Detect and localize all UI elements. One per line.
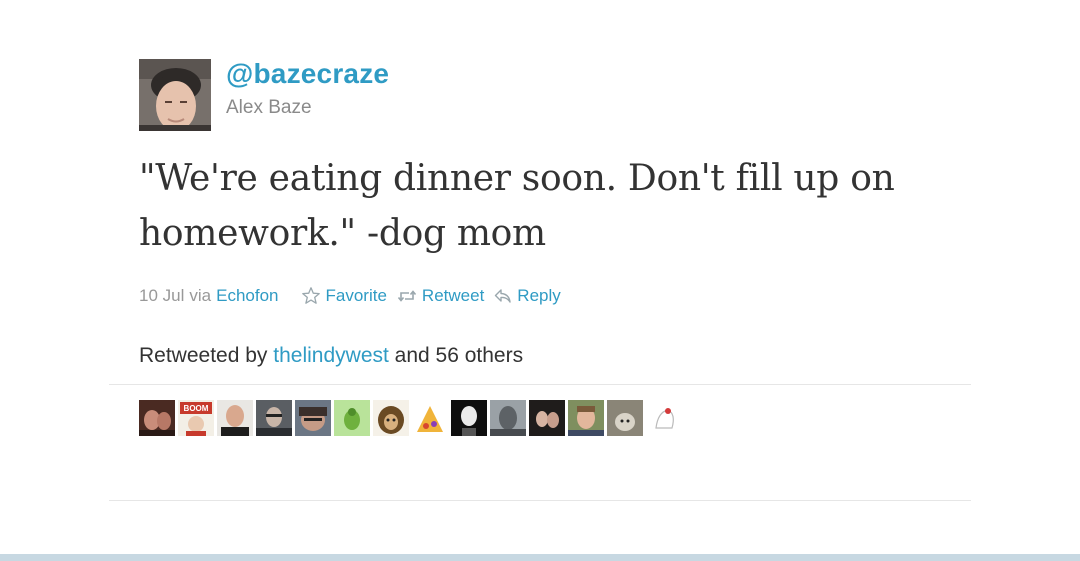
retweeter-link[interactable]: thelindywest bbox=[273, 344, 389, 367]
retweeter-avatar[interactable] bbox=[412, 400, 448, 436]
tweet-text: "We're eating dinner soon. Don't fill up… bbox=[139, 158, 895, 254]
retweeter-avatar[interactable]: BOOM bbox=[178, 400, 214, 436]
retweeter-avatar[interactable] bbox=[334, 400, 370, 436]
retweeter-avatar[interactable] bbox=[295, 400, 331, 436]
client-link[interactable]: Echofon bbox=[216, 286, 278, 306]
author-avatar[interactable] bbox=[139, 59, 211, 131]
retweeter-avatar[interactable] bbox=[607, 400, 643, 436]
retweeter-avatar[interactable] bbox=[568, 400, 604, 436]
retweeted-prefix: Retweeted by bbox=[139, 344, 268, 367]
divider-bottom bbox=[109, 500, 971, 501]
tweet-date[interactable]: 10 Jul bbox=[139, 286, 184, 306]
retweet-icon bbox=[397, 290, 417, 302]
star-icon bbox=[301, 287, 320, 304]
tweet-meta: 10 Jul via Echofon Favorite Retweet Repl… bbox=[139, 285, 561, 307]
via-label: via bbox=[189, 286, 212, 305]
retweeter-avatar[interactable] bbox=[139, 400, 175, 436]
retweeter-avatar[interactable] bbox=[646, 400, 682, 436]
retweeter-avatar[interactable] bbox=[529, 400, 565, 436]
retweeter-avatar[interactable] bbox=[451, 400, 487, 436]
author-name: Alex Baze bbox=[226, 97, 312, 118]
retweeter-avatar[interactable] bbox=[490, 400, 526, 436]
reply-button[interactable]: Reply bbox=[494, 286, 561, 306]
reply-icon bbox=[495, 289, 511, 303]
retweeter-avatar[interactable] bbox=[256, 400, 292, 436]
retweeter-avatar[interactable] bbox=[373, 400, 409, 436]
boom-badge-text: BOOM bbox=[184, 404, 209, 413]
page-bottom-bar bbox=[0, 554, 1080, 561]
author-handle[interactable]: @bazecraze bbox=[226, 58, 389, 90]
retweet-button[interactable]: Retweet bbox=[397, 286, 484, 306]
retweet-label: Retweet bbox=[421, 286, 485, 305]
retweeted-by: Retweeted by thelindywest and 56 others bbox=[139, 344, 523, 368]
retweeted-suffix: and 56 others bbox=[394, 344, 524, 367]
reply-label: Reply bbox=[517, 286, 561, 305]
retweeter-avatar[interactable] bbox=[217, 400, 253, 436]
favorite-label: Favorite bbox=[325, 286, 387, 305]
divider-top bbox=[109, 384, 971, 385]
favorite-button[interactable]: Favorite bbox=[301, 286, 387, 306]
retweeter-avatars: BOOM bbox=[139, 400, 685, 438]
